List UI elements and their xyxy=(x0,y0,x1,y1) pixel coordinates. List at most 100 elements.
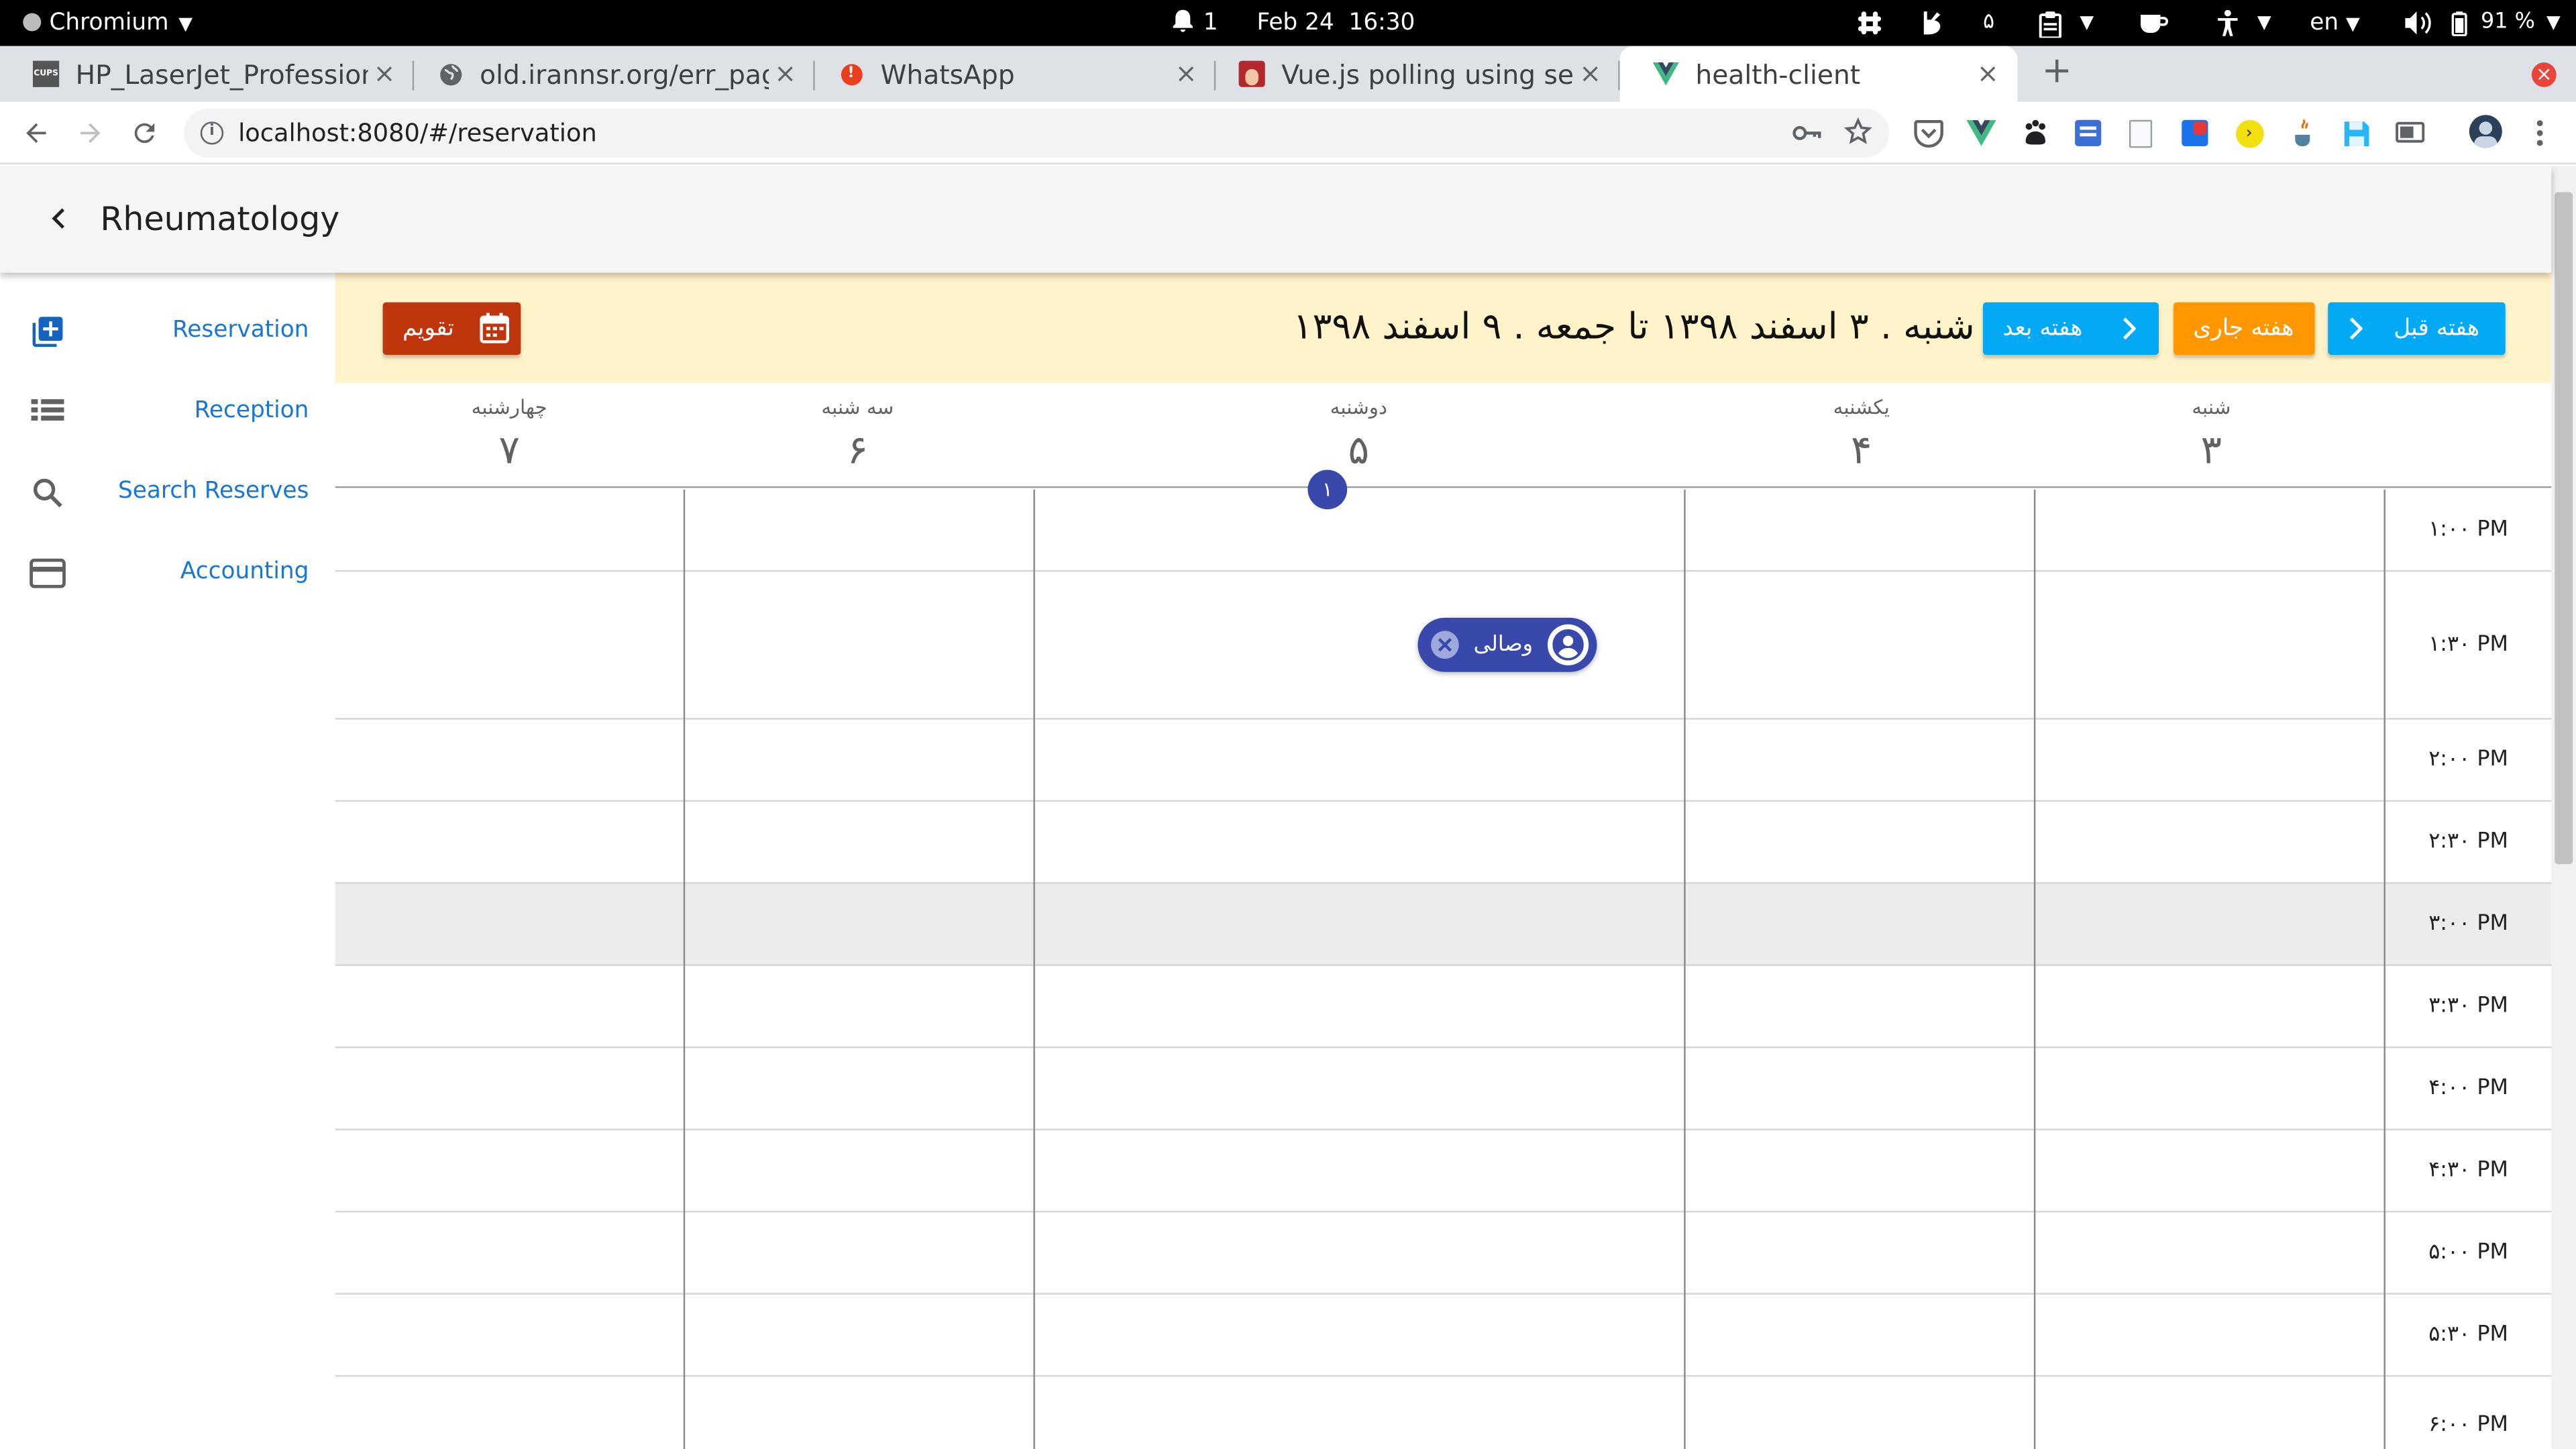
scrollbar-thumb[interactable] xyxy=(2555,192,2573,865)
pocket-extension-icon[interactable] xyxy=(1913,117,1945,150)
info-icon[interactable]: i xyxy=(200,121,224,145)
time-slot-row[interactable]: ۲:۳۰ PM xyxy=(335,802,2552,884)
vue-devtools-extension-icon[interactable] xyxy=(1965,117,1998,150)
time-slot-row[interactable]: ۴:۰۰ PM xyxy=(335,1048,2552,1130)
sidebar-item-search-reserves[interactable]: Search Reserves xyxy=(0,451,335,532)
app-menu-label: Chromium xyxy=(49,9,169,36)
chevron-down-icon: ▼ xyxy=(2346,13,2360,35)
workspace-indicator[interactable]: ۵ xyxy=(1983,0,1994,46)
page-scrollbar[interactable] xyxy=(2551,166,2576,1449)
tab-title: WhatsApp xyxy=(880,58,1015,90)
system-menu-chevron-icon[interactable]: ▼ xyxy=(2546,0,2561,46)
day-header-row: شنبه ۳ یکشنبه ۴ دوشنبه ۵ سه شنبه ۶ چهارش… xyxy=(335,383,2552,488)
weekday-label: شنبه xyxy=(2192,396,2231,419)
day-header-sunday[interactable]: یکشنبه ۴ xyxy=(1687,383,2035,488)
day-header-tuesday[interactable]: سه شنبه ۶ xyxy=(684,383,1032,488)
cast-extension-icon[interactable] xyxy=(2394,117,2426,150)
new-tab-icon[interactable]: + xyxy=(2039,54,2075,91)
clipboard-menu-chevron-icon[interactable]: ▼ xyxy=(2080,0,2094,46)
close-window-icon[interactable]: × xyxy=(2531,62,2557,87)
chevron-right-icon xyxy=(2123,317,2137,347)
page-extension-icon[interactable] xyxy=(2125,117,2157,150)
day-header-wednesday[interactable]: چهارشنبه ۷ xyxy=(335,383,684,488)
weekday-label: دوشنبه xyxy=(1330,396,1388,419)
key-icon[interactable] xyxy=(1792,120,1822,153)
tab-vue-polling[interactable]: Vue.js polling using set × xyxy=(1206,46,1620,102)
pocket-red-extension-icon[interactable] xyxy=(2178,117,2211,150)
tab-health-client[interactable]: health-client × xyxy=(1619,46,2018,102)
add-box-icon xyxy=(28,312,68,352)
calendar-picker-button[interactable]: تقویم xyxy=(382,302,521,355)
appointment-chip[interactable]: وصالی xyxy=(1417,617,1597,672)
time-slot-row[interactable]: ۳:۳۰ PM xyxy=(335,966,2552,1049)
tab-title: Vue.js polling using set xyxy=(1281,58,1574,90)
vue-icon xyxy=(1652,61,1679,87)
save-extension-icon[interactable] xyxy=(2339,117,2372,150)
next-week-button[interactable]: هفته بعد xyxy=(1982,302,2159,355)
app-menu[interactable]: Chromium ▼ xyxy=(23,0,193,46)
close-tab-icon[interactable]: × xyxy=(772,60,798,87)
sidebar-item-accounting[interactable]: Accounting xyxy=(0,532,335,612)
bitbucket-tray-icon[interactable] xyxy=(1921,10,1943,36)
next-week-label: هفته بعد xyxy=(2002,315,2083,342)
time-slot-row[interactable]: ۶:۰۰ PM xyxy=(335,1377,2552,1449)
day-header-monday[interactable]: دوشنبه ۵ xyxy=(1032,383,1686,488)
java-extension-icon[interactable] xyxy=(2287,117,2320,150)
paw-extension-icon[interactable] xyxy=(2019,117,2052,150)
previous-week-button[interactable]: هفته قبل xyxy=(2328,302,2506,355)
back-arrow-icon[interactable] xyxy=(40,199,79,238)
back-icon[interactable] xyxy=(16,113,56,153)
keyboard-layout[interactable]: en ▼ xyxy=(2310,0,2360,46)
slack-tray-icon[interactable] xyxy=(1858,11,1882,35)
column-divider xyxy=(1684,489,1686,1449)
close-tab-icon[interactable]: × xyxy=(1577,60,1603,87)
address-bar[interactable]: i localhost:8080/#/reservation xyxy=(184,108,1890,158)
tab-hp-laserjet[interactable]: CUPS HP_LaserJet_Professional × xyxy=(0,46,415,102)
url-text: localhost:8080/#/reservation xyxy=(238,118,597,148)
time-label: ۲:۳۰ PM xyxy=(2428,829,2509,855)
tab-title: health-client xyxy=(1695,58,1861,90)
forward-icon[interactable] xyxy=(70,113,110,153)
day-header-saturday[interactable]: شنبه ۳ xyxy=(2037,383,2385,488)
time-label: ۳:۳۰ PM xyxy=(2428,994,2509,1019)
time-slot-row[interactable]: ۵:۰۰ PM xyxy=(335,1212,2552,1295)
day-number: ۷ xyxy=(498,427,520,474)
reload-icon[interactable] xyxy=(125,113,164,153)
time-slot-row[interactable]: ۵:۳۰ PM xyxy=(335,1295,2552,1377)
battery-icon[interactable] xyxy=(2447,11,2473,36)
weekly-calendar: تقویم شنبه . ۳ اسفند ۱۳۹۸ تا جمعه . ۹ اس… xyxy=(335,272,2552,1449)
caffeine-tray-icon[interactable] xyxy=(2139,11,2169,34)
clock[interactable]: Feb 24 16:30 xyxy=(1256,0,1415,46)
sidebar-item-reservation[interactable]: Reservation xyxy=(0,290,335,371)
forward-circle-extension-icon[interactable]: › xyxy=(2233,117,2265,150)
remove-appointment-icon[interactable] xyxy=(1431,631,1459,659)
accessibility-chevron-icon[interactable]: ▼ xyxy=(2257,0,2271,46)
screen: Chromium ▼ 1 Feb 24 16:30 ۵ ▼ ▼ en ▼ 91 %… xyxy=(0,0,2576,1449)
globe-icon xyxy=(437,61,463,87)
time-label: ۴:۳۰ PM xyxy=(2428,1158,2509,1183)
time-slot-row[interactable]: ۲:۰۰ PM xyxy=(335,720,2552,802)
tab-irannsr[interactable]: old.irannsr.org/err_page × xyxy=(404,46,815,102)
time-slot-row[interactable]: ۱:۰۰ PM xyxy=(335,490,2552,572)
profile-avatar[interactable] xyxy=(2467,113,2504,150)
day-number: ۳ xyxy=(2200,427,2222,474)
notifications[interactable]: 1 xyxy=(1170,0,1218,46)
accessibility-tray-icon[interactable] xyxy=(2216,9,2239,36)
time-slot-row[interactable]: ۴:۳۰ PM xyxy=(335,1130,2552,1213)
current-week-button[interactable]: هفته جاری xyxy=(2174,302,2315,355)
event-count-badge[interactable]: ۱ xyxy=(1307,470,1348,510)
volume-icon[interactable] xyxy=(2405,11,2431,35)
tab-whatsapp[interactable]: ! WhatsApp × xyxy=(805,46,1216,102)
keyboard-layout-label: en xyxy=(2310,9,2339,36)
sidebar-item-reception[interactable]: Reception xyxy=(0,371,335,451)
bell-icon xyxy=(1170,8,1196,34)
time-slot-row[interactable]: ۳:۰۰ PM xyxy=(335,883,2552,967)
clipboard-tray-icon[interactable] xyxy=(2039,11,2062,38)
close-tab-icon[interactable]: × xyxy=(1173,60,1199,87)
bookmark-star-icon[interactable] xyxy=(1843,117,1873,153)
more-vert-icon[interactable] xyxy=(2524,117,2557,150)
chevron-right-icon xyxy=(2349,317,2363,347)
close-tab-icon[interactable]: × xyxy=(1975,60,2001,87)
close-tab-icon[interactable]: × xyxy=(371,60,397,87)
docs-extension-icon[interactable] xyxy=(2072,117,2104,150)
